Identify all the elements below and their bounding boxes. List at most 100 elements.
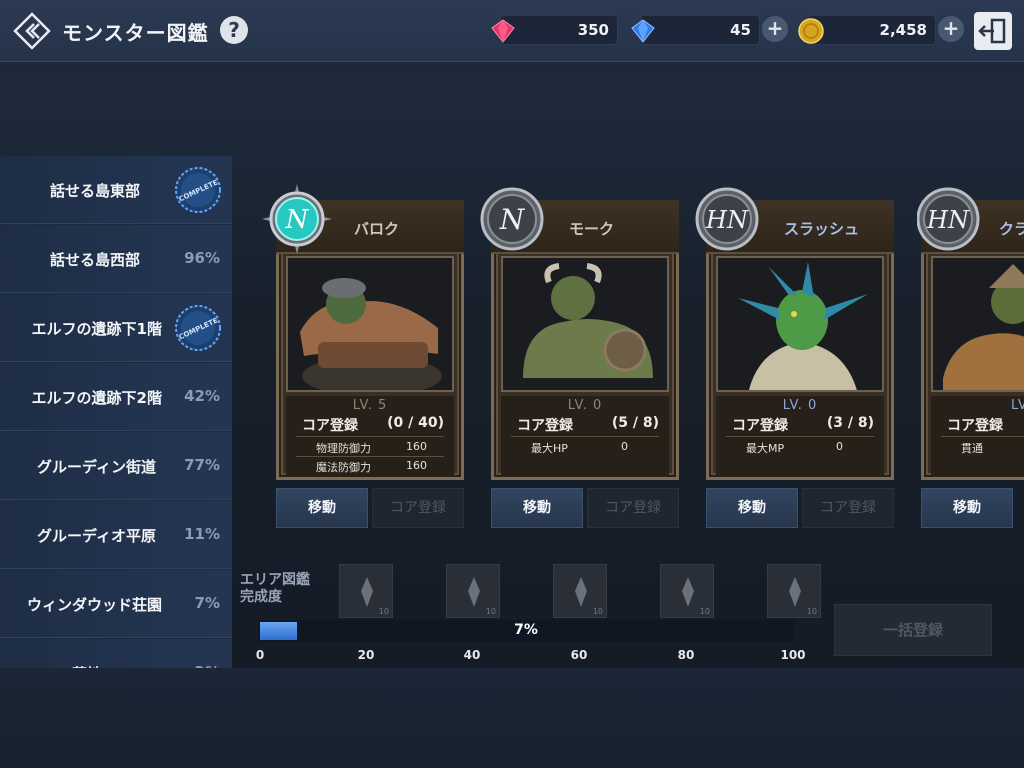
- red-gem-counter: 350: [491, 15, 618, 45]
- help-button[interactable]: ?: [220, 16, 248, 44]
- monster-level: LV. 0: [567, 398, 603, 413]
- core-count: (0 / 40): [387, 415, 444, 431]
- monster-orc-horned-icon: [503, 258, 667, 390]
- blue-gem-icon: [631, 19, 655, 43]
- bottom-background: [0, 668, 1024, 768]
- milestone-reward[interactable]: 10: [339, 564, 393, 618]
- area-item[interactable]: エルフの遺跡下1階 COMPLETE: [0, 294, 232, 362]
- svg-text:N: N: [499, 203, 526, 236]
- area-item[interactable]: 話せる島東部 COMPLETE: [0, 156, 232, 224]
- core-register-button[interactable]: コア登録: [587, 488, 679, 528]
- milestone-reward[interactable]: 10: [767, 564, 821, 618]
- core-label: コア登録: [732, 418, 788, 434]
- core-register-button[interactable]: コア登録: [372, 488, 464, 528]
- monster-orc-armored-icon: [288, 258, 452, 390]
- red-gem-value: 350: [577, 21, 609, 39]
- top-bar: モンスター図鑑 ? 350 45 + 2,458 +: [0, 0, 1024, 62]
- stat-value: 160: [406, 440, 427, 453]
- monster-lizard-icon: [718, 258, 882, 390]
- monster-name: スラッシュ: [784, 220, 860, 238]
- stat-value: 0: [621, 440, 628, 453]
- area-item[interactable]: 墓地 2%: [0, 639, 232, 668]
- progress-tick: 100: [780, 648, 806, 662]
- area-name: エルフの遺跡下1階: [31, 320, 162, 338]
- rank-hn-icon: HN: [917, 187, 980, 251]
- core-count: (3 / 8): [826, 415, 874, 431]
- divider: [296, 436, 444, 437]
- bulk-register-button[interactable]: 一括登録: [834, 604, 992, 656]
- core-register-button[interactable]: コア登録: [802, 488, 894, 528]
- monster-warrior-icon: [933, 258, 1024, 390]
- stat-name: 最大HP: [531, 442, 568, 455]
- svg-text:N: N: [285, 205, 310, 235]
- progress-tick: 40: [463, 648, 481, 662]
- monster-portrait: [286, 256, 454, 392]
- card-info: LV. コア登録 貫通: [931, 396, 1024, 476]
- stat-value: 160: [406, 459, 427, 472]
- divider: [941, 436, 1024, 437]
- card-info: LV. 5 コア登録 (0 / 40) 物理防御力 160 魔法防御力 160: [286, 396, 454, 476]
- stat-value: 0: [836, 440, 843, 453]
- milestone-count: 10: [699, 607, 710, 616]
- monster-level: LV. 5: [352, 398, 388, 413]
- move-button[interactable]: 移動: [491, 488, 583, 528]
- area-percent: 77%: [184, 456, 220, 474]
- stat-name: 貫通: [961, 442, 983, 455]
- rank-n-active-icon: N: [262, 184, 332, 254]
- monster-name: クラ: [999, 220, 1024, 238]
- progress-tick: 20: [357, 648, 375, 662]
- area-percent: 96%: [184, 249, 220, 267]
- move-button[interactable]: 移動: [706, 488, 798, 528]
- core-label: コア登録: [517, 418, 573, 434]
- monster-level: LV.: [1011, 398, 1024, 413]
- milestone-count: 10: [592, 607, 603, 616]
- milestone-count: 10: [378, 607, 389, 616]
- stat-name: 物理防御力: [316, 442, 371, 455]
- complete-badge-icon: COMPLETE: [175, 305, 221, 351]
- area-list[interactable]: 話せる島東部 COMPLETE 話せる島西部 96% エルフの遺跡下1階 COM…: [0, 156, 232, 668]
- monster-card[interactable]: バロク N LV. 5 コア登録 (0 / 40) 物理防御力 160 魔法防御…: [262, 184, 464, 528]
- area-completion-label: エリア図鑑 完成度: [240, 572, 310, 606]
- card-info: LV. 0 コア登録 (5 / 8) 最大HP 0: [501, 396, 669, 476]
- area-name: 話せる島西部: [49, 251, 140, 269]
- area-name: 話せる島東部: [49, 182, 140, 200]
- blue-gem-counter: 45: [631, 15, 760, 45]
- progress-tick: 60: [570, 648, 588, 662]
- milestone-reward[interactable]: 10: [553, 564, 607, 618]
- area-name: グルーディン街道: [37, 458, 156, 476]
- area-percent: 42%: [184, 387, 220, 405]
- back-button[interactable]: [12, 11, 52, 51]
- area-item[interactable]: 話せる島西部 96%: [0, 225, 232, 293]
- completion-progress-bar: 7%: [258, 620, 794, 642]
- milestone-count: 10: [485, 607, 496, 616]
- blue-gem-value: 45: [730, 21, 751, 39]
- stat-name: 最大MP: [746, 442, 785, 455]
- divider: [511, 436, 659, 437]
- area-percent: 11%: [184, 525, 220, 543]
- area-item[interactable]: ウィンダウッド荘園 7%: [0, 570, 232, 638]
- move-button[interactable]: 移動: [921, 488, 1013, 528]
- move-button[interactable]: 移動: [276, 488, 368, 528]
- stat-name: 魔法防御力: [316, 461, 371, 474]
- core-label: コア登録: [302, 418, 358, 434]
- area-name: エルフの遺跡下2階: [31, 389, 162, 407]
- progress-text: 7%: [514, 622, 538, 638]
- progress-tick: 0: [255, 648, 265, 662]
- area-item[interactable]: グルーディオ平原 11%: [0, 501, 232, 569]
- milestone-reward[interactable]: 10: [660, 564, 714, 618]
- monster-portrait: [501, 256, 669, 392]
- monster-card[interactable]: クラ HN LV. コア登録 貫通 移動: [917, 187, 1024, 528]
- card-info: LV. 0 コア登録 (3 / 8) 最大MP 0: [716, 396, 884, 476]
- milestone-count: 10: [806, 607, 817, 616]
- area-item[interactable]: エルフの遺跡下2階 42%: [0, 363, 232, 431]
- red-gem-icon: [491, 19, 515, 43]
- monster-name: モーク: [569, 220, 615, 238]
- monster-portrait: [716, 256, 884, 392]
- core-count: (5 / 8): [611, 415, 659, 431]
- area-item[interactable]: グルーディン街道 77%: [0, 432, 232, 500]
- add-blue-gem-button[interactable]: +: [762, 16, 788, 42]
- milestone-reward[interactable]: 10: [446, 564, 500, 618]
- monster-card[interactable]: モーク N LV. 0 コア登録 (5 / 8) 最大HP 0 移動 コア登録: [480, 187, 679, 528]
- monster-card[interactable]: スラッシュ HN LV. 0 コア登録 (3 / 8) 最大MP 0 移動 コア…: [695, 187, 894, 528]
- rank-hn-icon: HN: [695, 187, 759, 251]
